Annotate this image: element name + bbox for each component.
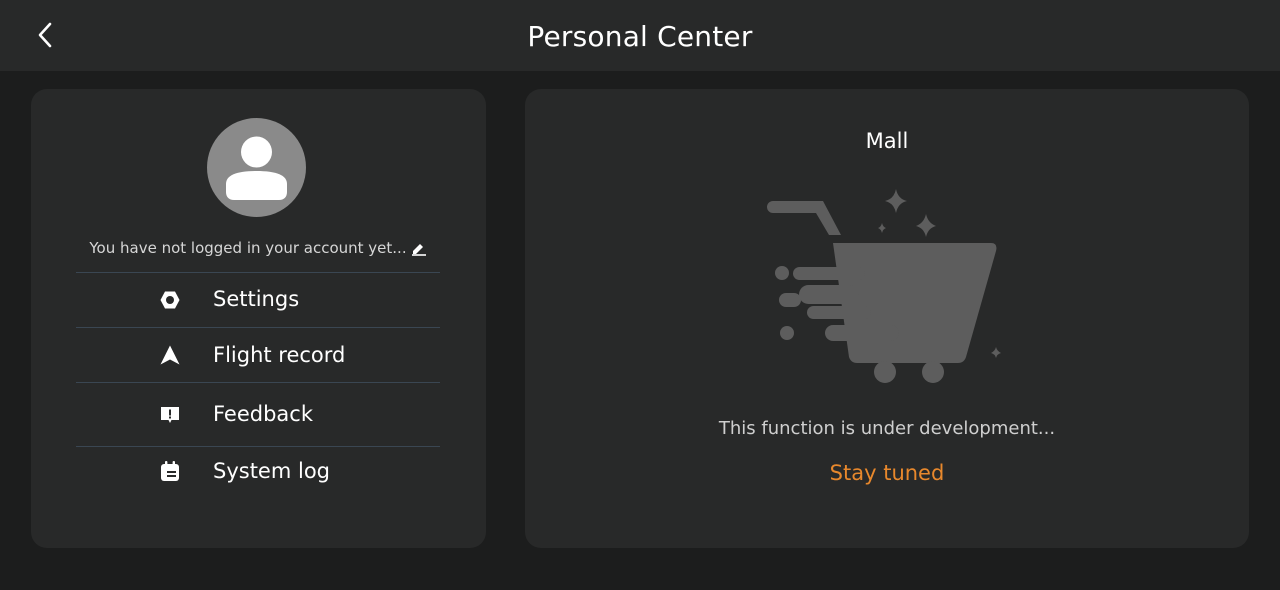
user-avatar-icon bbox=[226, 136, 287, 200]
menu-item-label: Flight record bbox=[213, 343, 346, 367]
profile-card: You have not logged in your account yet.… bbox=[31, 89, 486, 548]
page-title: Personal Center bbox=[527, 20, 753, 53]
calendar-log-icon bbox=[158, 459, 182, 483]
top-bar: Personal Center bbox=[0, 0, 1280, 71]
mall-title: Mall bbox=[865, 129, 909, 153]
menu-list: Settings Flight record Feedback System l… bbox=[76, 272, 440, 501]
menu-item-system-log[interactable]: System log bbox=[76, 447, 440, 501]
menu-item-feedback[interactable]: Feedback bbox=[76, 383, 440, 446]
menu-item-flight-record[interactable]: Flight record bbox=[76, 328, 440, 382]
development-message: This function is under development... bbox=[718, 418, 1056, 439]
avatar[interactable] bbox=[207, 118, 306, 217]
navigation-arrow-icon bbox=[158, 343, 182, 367]
pencil-icon[interactable] bbox=[410, 240, 428, 256]
menu-item-settings[interactable]: Settings bbox=[76, 273, 440, 327]
login-prompt[interactable]: You have not logged in your account yet.… bbox=[89, 239, 406, 257]
menu-item-label: System log bbox=[213, 459, 330, 483]
mall-card: Mall This function is under development.… bbox=[525, 89, 1249, 548]
shopping-cart-icon bbox=[767, 189, 1001, 383]
menu-item-label: Settings bbox=[213, 287, 300, 311]
feedback-icon bbox=[158, 403, 182, 427]
hexagon-icon bbox=[158, 288, 182, 312]
stay-tuned-text: Stay tuned bbox=[829, 461, 945, 485]
login-status-row[interactable]: You have not logged in your account yet.… bbox=[31, 239, 486, 257]
menu-item-label: Feedback bbox=[213, 402, 314, 426]
